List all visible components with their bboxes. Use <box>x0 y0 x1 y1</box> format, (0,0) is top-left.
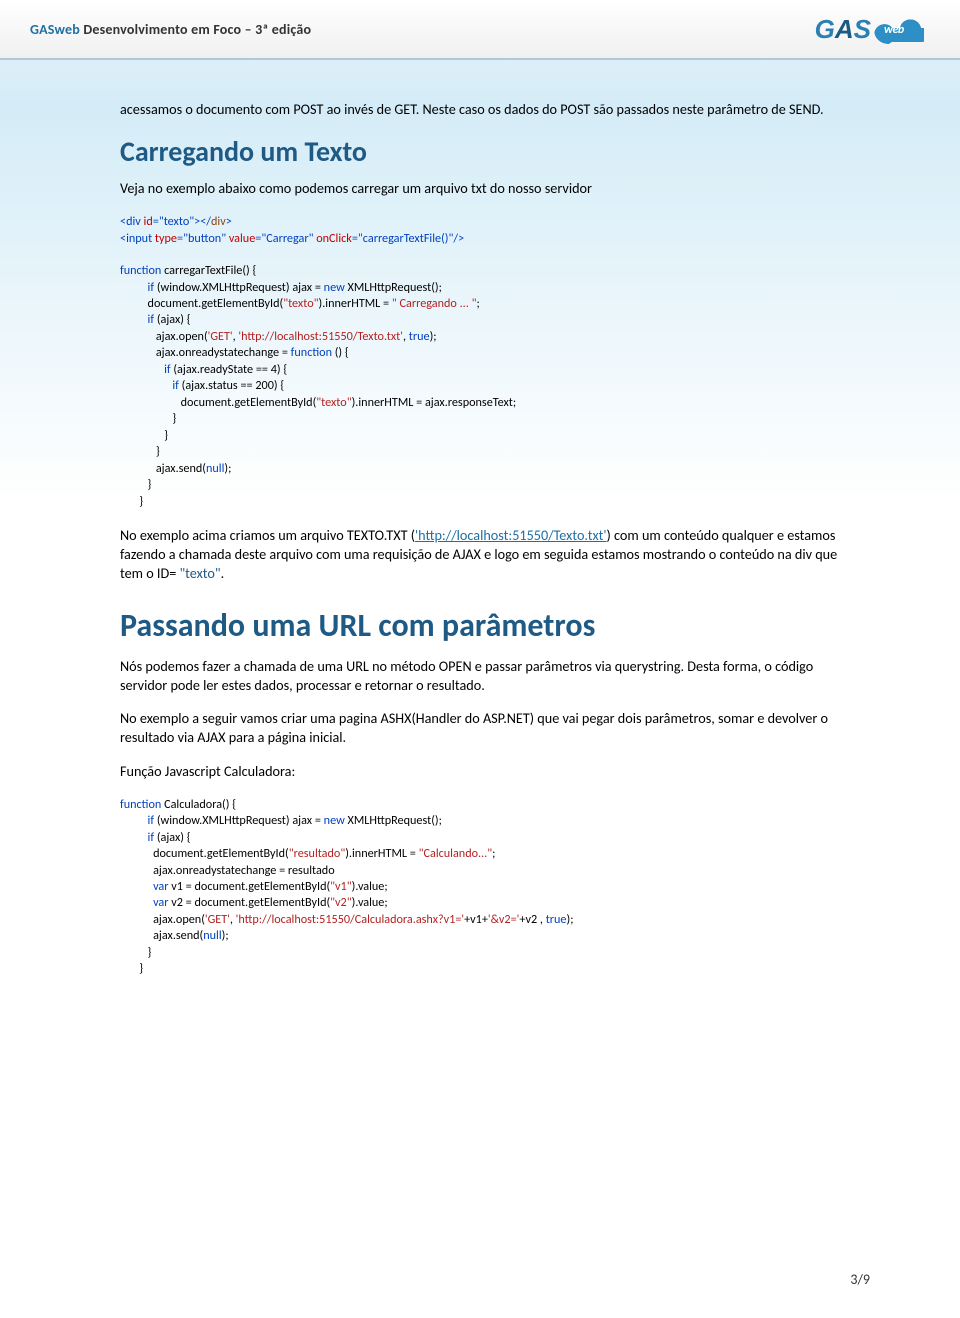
header-subtitle: Desenvolvimento em Foco – 3ª edição <box>80 21 311 38</box>
page-number: 3/9 <box>850 1271 870 1288</box>
cloud-icon <box>874 14 930 44</box>
section2-paragraph-1: Nós podemos fazer a chamada de uma URL n… <box>120 657 855 695</box>
section2-paragraph-3: Função Javascript Calculadora: <box>120 762 855 781</box>
intro-paragraph: acessamos o documento com POST ao invés … <box>120 100 855 119</box>
example-url: 'http://localhost:51550/Texto.txt' <box>415 526 607 544</box>
header-title: GASweb Desenvolvimento em Foco – 3ª ediç… <box>30 21 311 38</box>
logo: GAS <box>815 14 930 45</box>
section2-paragraph-2: No exemplo a seguir vamos criar uma pagi… <box>120 709 855 747</box>
section1-heading: Carregando um Texto <box>120 133 855 171</box>
code-js-block-2: function Calculadora() { if (window.XMLH… <box>120 797 855 978</box>
code-html-block-1: <div id="texto"></div> <input type="butt… <box>120 214 855 247</box>
brand-name: GASweb <box>30 21 80 38</box>
section1-paragraph: Veja no exemplo abaixo como podemos carr… <box>120 179 855 198</box>
page-body: acessamos o documento com POST ao invés … <box>0 60 960 1074</box>
section1-paragraph-2: No exemplo acima criamos um arquivo TEXT… <box>120 526 855 584</box>
section2-heading: Passando uma URL com parâmetros <box>120 604 855 647</box>
page-header: GASweb Desenvolvimento em Foco – 3ª ediç… <box>0 0 960 60</box>
code-js-block-1: function carregarTextFile() { if (window… <box>120 263 855 510</box>
logo-text: GAS <box>815 14 871 45</box>
